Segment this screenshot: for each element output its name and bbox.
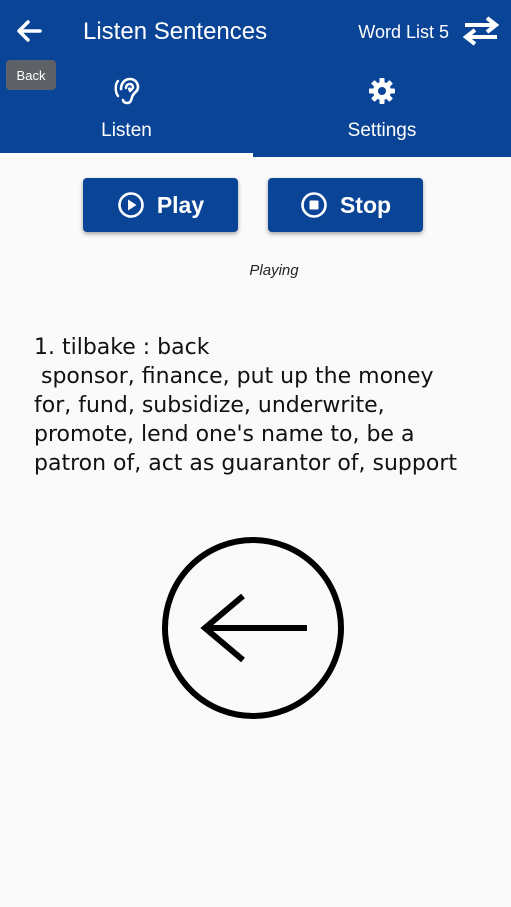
tab-settings[interactable]: Settings bbox=[253, 70, 511, 157]
tab-listen[interactable]: Listen bbox=[0, 70, 253, 157]
app-screen: Back Listen Sentences Word List 5 Listen bbox=[0, 0, 511, 907]
sentence-text: 1. tilbake : back sponsor, finance, put … bbox=[34, 333, 509, 478]
play-button-label: Play bbox=[156, 191, 205, 218]
stop-button-label: Stop bbox=[339, 191, 392, 218]
tab-settings-label: Settings bbox=[347, 120, 417, 141]
play-button[interactable]: Play bbox=[83, 178, 238, 232]
previous-button[interactable] bbox=[161, 536, 345, 720]
stop-button[interactable]: Stop bbox=[268, 178, 423, 232]
sentence-line: promote, lend one's name to, be a bbox=[34, 422, 415, 447]
sentence-line: for, fund, subsidize, underwrite, bbox=[34, 393, 385, 418]
swap-arrows-icon[interactable] bbox=[462, 16, 500, 46]
back-button[interactable] bbox=[12, 14, 46, 48]
sentence-line: patron of, act as guarantor of, support bbox=[34, 451, 457, 476]
stop-circle-icon bbox=[301, 192, 327, 218]
arrow-left-icon bbox=[17, 20, 42, 42]
tab-listen-label: Listen bbox=[101, 120, 152, 141]
play-circle-icon bbox=[118, 192, 144, 218]
playback-status: Playing bbox=[249, 262, 299, 279]
gear-icon bbox=[369, 78, 395, 104]
app-bar: Back Listen Sentences Word List 5 Listen bbox=[0, 0, 511, 157]
page-title: Listen Sentences bbox=[83, 18, 268, 45]
sentence-heading: 1. tilbake : back bbox=[34, 335, 210, 360]
hearing-icon bbox=[114, 77, 139, 105]
word-list-label[interactable]: Word List 5 bbox=[358, 19, 449, 45]
arrow-circle-left-icon bbox=[162, 537, 344, 719]
active-tab-indicator bbox=[0, 153, 253, 157]
sentence-line: sponsor, finance, put up the money bbox=[34, 364, 434, 389]
